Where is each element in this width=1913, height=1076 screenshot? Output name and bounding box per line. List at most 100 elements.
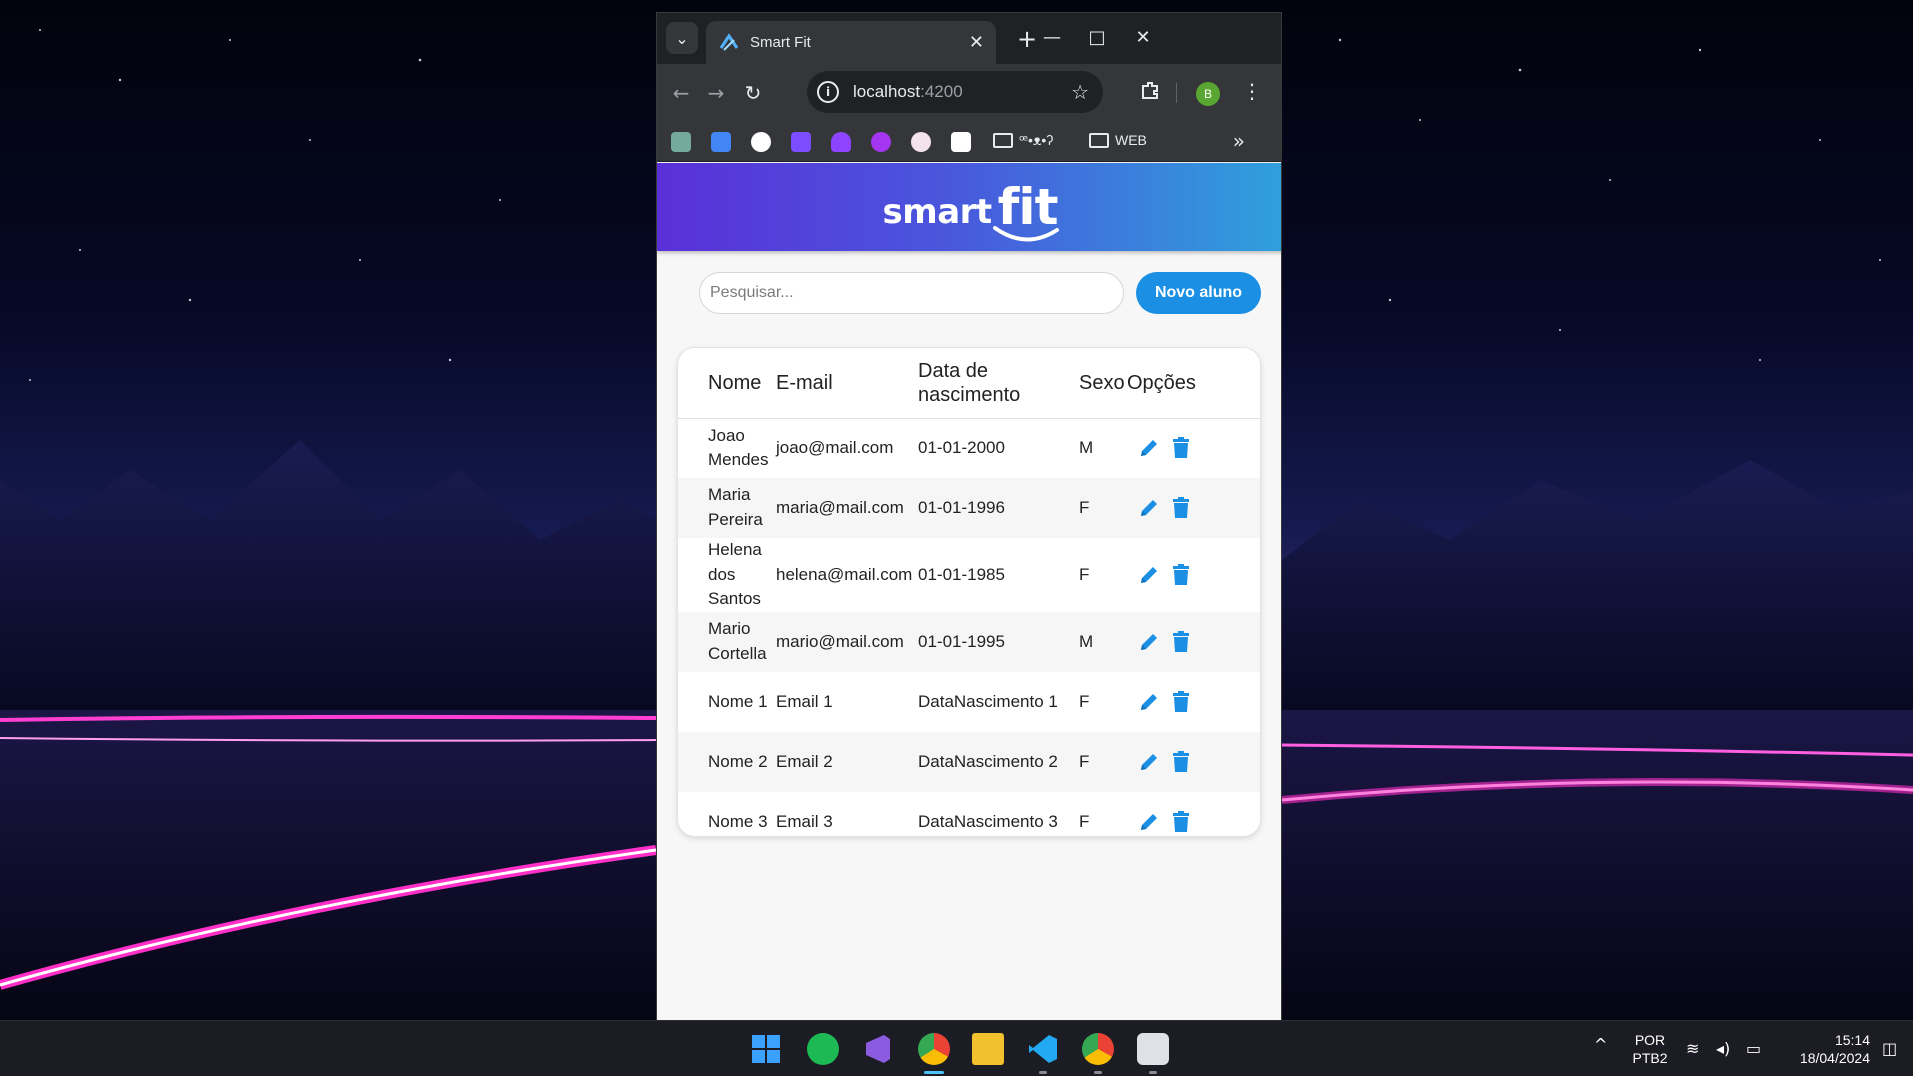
column-name: Nome <box>678 348 776 419</box>
edit-pencil-icon[interactable] <box>1137 689 1161 715</box>
close-tab-icon[interactable]: ✕ <box>969 32 984 53</box>
chatgpt-icon[interactable] <box>671 132 691 152</box>
new-student-button[interactable]: Novo aluno <box>1136 272 1261 314</box>
folder-icon <box>1089 132 1109 148</box>
table-row: Nome 1 Email 1 DataNascimento 1 F <box>678 672 1260 732</box>
cell-sex: M <box>1079 611 1127 672</box>
cell-name: Nome 2 <box>678 731 776 792</box>
cell-birth: 01-01-1996 <box>918 478 1079 538</box>
reload-button[interactable]: ↻ <box>739 79 767 107</box>
column-options: Opções <box>1127 348 1260 419</box>
maximize-button[interactable]: □ <box>1082 25 1112 51</box>
cell-birth: 01-01-2000 <box>918 437 1005 457</box>
bookmark-app-icon[interactable] <box>791 132 811 152</box>
volume-icon[interactable]: ◂) <box>1716 1039 1730 1058</box>
spotify-icon[interactable] <box>807 1033 839 1065</box>
column-sex: Sexo <box>1079 348 1127 419</box>
cell-sex: F <box>1079 478 1127 538</box>
logo-smile-icon <box>993 226 1060 242</box>
calendar-icon[interactable] <box>711 132 731 152</box>
cell-name: Joao Mendes <box>708 425 769 470</box>
edit-pencil-icon[interactable] <box>1137 562 1161 588</box>
windows-start-icon[interactable] <box>750 1033 782 1065</box>
fox-icon[interactable] <box>831 132 851 152</box>
table-header-row: Nome E-mail Data de nascimento Sexo Opçõ… <box>678 348 1260 419</box>
cell-sex: F <box>1079 564 1090 584</box>
cell-birth: 01-01-1995 <box>918 611 1079 672</box>
edit-pencil-icon[interactable] <box>1137 749 1161 775</box>
active-app-indicator <box>924 1071 944 1074</box>
search-controls: Novo aluno <box>699 271 1261 315</box>
cell-name: Helena dos Santos <box>708 540 762 609</box>
chevron-down-icon: ⌄ <box>675 28 689 48</box>
cell-name: Nome 1 <box>708 691 768 711</box>
logo-smart-text: smart <box>882 192 993 232</box>
back-button[interactable]: ← <box>667 79 695 107</box>
address-bar[interactable]: i localhost:4200 ☆ <box>807 71 1103 113</box>
table-row: Helena dos Santos helena@mail.com 01-01-19… <box>678 538 1260 612</box>
cell-options <box>1127 672 1260 732</box>
chrome-icon[interactable] <box>918 1033 950 1065</box>
edit-pencil-icon[interactable] <box>1137 435 1161 461</box>
windows-taskbar: ^ POR PTB2 ≋ ◂) ▭ 15:14 18/04/2024 ◫ <box>0 1020 1913 1076</box>
minimize-button[interactable]: — <box>1037 25 1067 51</box>
search-input[interactable] <box>699 272 1124 314</box>
close-window-button[interactable]: ✕ <box>1128 25 1158 51</box>
github-icon[interactable] <box>751 132 771 152</box>
bookmark-star-icon[interactable]: ☆ <box>1071 80 1089 104</box>
wifi-icon[interactable]: ≋ <box>1686 1039 1699 1058</box>
delete-trash-icon[interactable] <box>1169 435 1193 461</box>
page-content: smart fit Novo aluno Nome E-mail Data de… <box>657 163 1281 1020</box>
cell-options <box>1127 478 1260 538</box>
brain-icon[interactable] <box>911 132 931 152</box>
running-app-indicator <box>1094 1071 1102 1074</box>
cell-options <box>1127 418 1260 478</box>
cell-options <box>1127 538 1260 612</box>
profile-avatar[interactable]: B <box>1196 82 1220 106</box>
app-header: smart fit <box>657 163 1281 251</box>
delete-trash-icon[interactable] <box>1169 689 1193 715</box>
tab-smart-fit[interactable]: Smart Fit ✕ <box>706 21 996 64</box>
delete-trash-icon[interactable] <box>1169 629 1193 655</box>
clock[interactable]: 15:14 18/04/2024 <box>1780 1031 1870 1067</box>
cell-options <box>1127 731 1260 792</box>
bookmarks-overflow-icon[interactable]: » <box>1233 129 1245 153</box>
tab-search-button[interactable]: ⌄ <box>666 22 698 54</box>
delete-trash-icon[interactable] <box>1169 562 1193 588</box>
bookmark-folder-web[interactable]: WEB <box>1089 132 1147 148</box>
edit-pencil-icon[interactable] <box>1137 629 1161 655</box>
cell-email: Email 1 <box>776 691 833 711</box>
site-info-icon[interactable]: i <box>817 81 839 103</box>
edit-pencil-icon[interactable] <box>1137 809 1161 835</box>
forward-button[interactable]: → <box>702 79 730 107</box>
udemy-icon[interactable] <box>871 132 891 152</box>
cell-options <box>1127 611 1260 672</box>
bookmarks-bar: ꟹ•ᴥ•ʔ WEB » <box>657 122 1281 162</box>
vscode-icon[interactable] <box>1027 1033 1059 1065</box>
delete-trash-icon[interactable] <box>1169 749 1193 775</box>
file-explorer-icon[interactable] <box>972 1033 1004 1065</box>
visual-studio-icon[interactable] <box>862 1033 894 1065</box>
delete-trash-icon[interactable] <box>1169 809 1193 835</box>
tab-title: Smart Fit <box>750 34 811 51</box>
table-row: Joao Mendes joao@mail.com 01-01-2000 M <box>678 418 1260 478</box>
delete-trash-icon[interactable] <box>1169 495 1193 521</box>
students-table-card: Nome E-mail Data de nascimento Sexo Opçõ… <box>677 347 1261 837</box>
edit-pencil-icon[interactable] <box>1137 495 1161 521</box>
notification-icon[interactable]: ◫ <box>1882 1039 1897 1058</box>
cell-name: Maria Pereira <box>678 478 776 538</box>
cell-email: mario@mail.com <box>776 611 918 672</box>
language-indicator[interactable]: POR PTB2 <box>1630 1031 1670 1067</box>
chrome-icon[interactable] <box>1082 1033 1114 1065</box>
cell-name: Mario Cortella <box>678 611 776 672</box>
snipping-tool-icon[interactable] <box>1137 1033 1169 1065</box>
codepen-icon[interactable] <box>951 132 971 152</box>
menu-kebab-icon[interactable]: ⋮ <box>1242 79 1262 103</box>
chevron-up-icon[interactable]: ^ <box>1594 1035 1607 1054</box>
bookmark-folder-1[interactable]: ꟹ•ᴥ•ʔ <box>993 132 1053 149</box>
cell-birth: DataNascimento 3 <box>918 811 1058 831</box>
extensions-icon[interactable] <box>1140 79 1162 106</box>
browser-titlebar: ⌄ Smart Fit ✕ + — □ ✕ <box>657 13 1281 64</box>
folder-1-label: ꟹ•ᴥ•ʔ <box>1019 132 1054 148</box>
battery-icon[interactable]: ▭ <box>1746 1039 1761 1058</box>
